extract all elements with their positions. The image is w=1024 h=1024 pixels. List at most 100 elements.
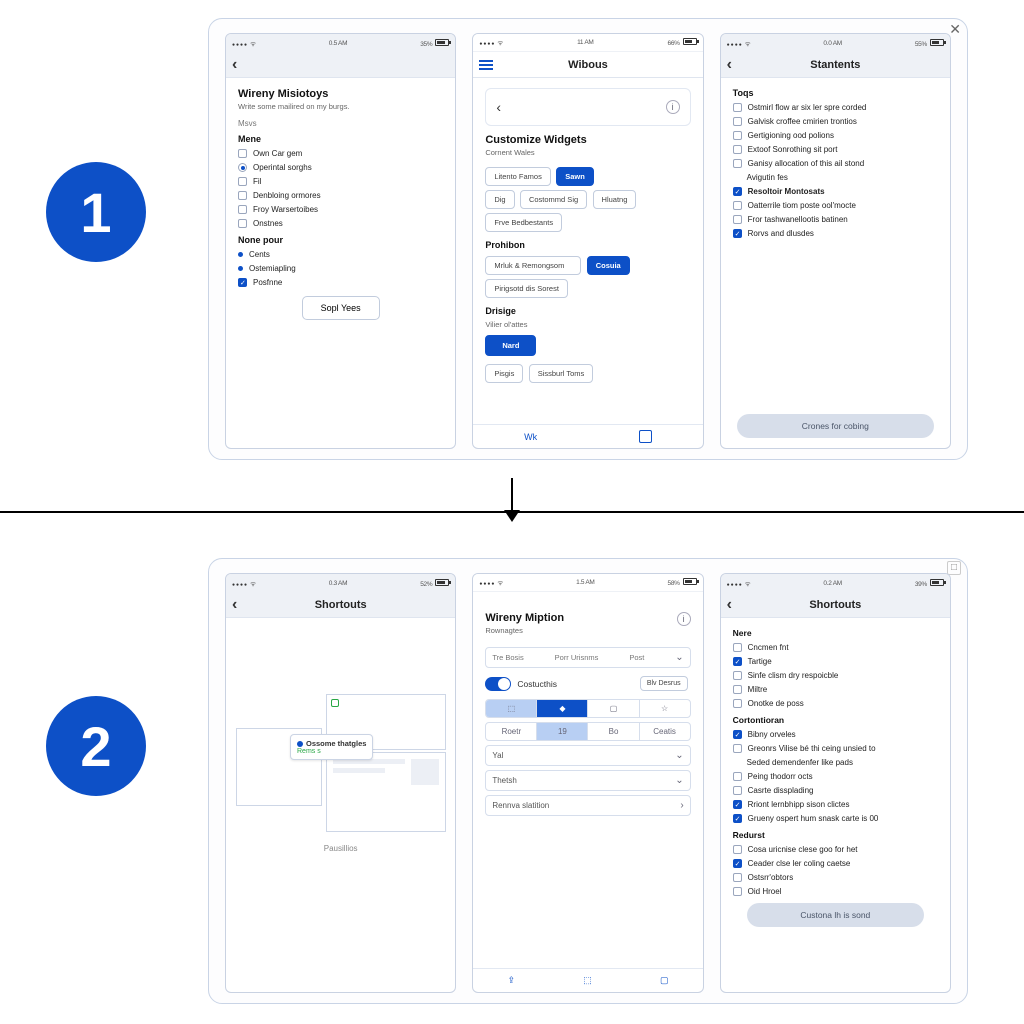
back-icon[interactable]: ‹ <box>232 56 237 74</box>
checkbox-row[interactable]: Ostmirl flow ar six ler spre corded <box>733 102 938 113</box>
select-row[interactable]: Thetsh⌄ <box>485 770 690 791</box>
checkbox-icon <box>238 191 247 200</box>
checkbox-row[interactable]: Own Car gem <box>238 148 443 159</box>
radio-row[interactable]: Operintal sorghs <box>238 162 443 173</box>
menu-icon[interactable] <box>479 60 493 72</box>
step-2-panel: □ ᯤ 0.3 AM 52% ‹ Shortouts Ossome thatgl… <box>208 558 968 1004</box>
status-battery-pct: 52% <box>420 581 432 588</box>
checkbox-row[interactable]: Ostsrr'obtors <box>733 872 938 883</box>
back-icon[interactable]: ‹ <box>727 56 732 74</box>
checkbox-row[interactable]: Oatterrile tiom poste ool'mocte <box>733 200 938 211</box>
info-icon[interactable]: i <box>666 100 680 114</box>
checkbox-row[interactable]: Casrte dissplading <box>733 785 938 796</box>
segment[interactable]: ▢ <box>588 700 639 717</box>
wireframe-box <box>326 752 446 832</box>
next-button[interactable]: Nard <box>485 335 536 356</box>
back-icon[interactable]: ‹ <box>727 596 732 614</box>
tooltip: Ossome thatgles Rems s <box>290 734 373 760</box>
checkbox-icon <box>733 117 742 126</box>
back-icon[interactable]: ‹ <box>496 99 501 115</box>
checkbox-row[interactable]: Denbloing ormores <box>238 190 443 201</box>
segment[interactable]: Roetr <box>486 723 537 740</box>
battery-icon <box>930 39 944 46</box>
checkbox-row[interactable]: Rorvs and dlusdes <box>733 228 938 239</box>
status-time: 1.5 AM <box>576 579 594 586</box>
cta-button[interactable]: Custona lh is sond <box>747 903 924 927</box>
tooltip-subtitle: Rems s <box>297 748 366 755</box>
checkbox-row[interactable]: Onotke de poss <box>733 698 938 709</box>
step-1-panel: ✕ ᯤ 0.5 AM 35% ‹ Wireny Misiotoys Write … <box>208 18 968 460</box>
chip-button[interactable]: Litento Famos <box>485 167 551 186</box>
back-icon[interactable]: ‹ <box>232 596 237 614</box>
checkbox-row[interactable]: Gertigioning ood polions <box>733 130 938 141</box>
chip[interactable]: Tre Bosis <box>492 653 523 662</box>
chip-button-primary[interactable]: Sawn <box>556 167 594 186</box>
checkbox-row[interactable]: Bibny orveles <box>733 729 938 740</box>
chip-button[interactable]: Frve Bedbestants <box>485 213 562 232</box>
select-row[interactable]: Rennva slatition› <box>485 795 690 816</box>
status-battery-pct: 35% <box>420 41 432 48</box>
checkbox-icon <box>733 873 742 882</box>
checkbox-row[interactable]: Rriont lernbhipp sison clictes <box>733 799 938 810</box>
checkbox-row[interactable]: Cncmen fnt <box>733 642 938 653</box>
checkbox-row[interactable]: Grueny ospert hum snask carte is 00 <box>733 813 938 824</box>
checkbox-icon <box>238 177 247 186</box>
checkbox-row[interactable]: Fil <box>238 176 443 187</box>
segment[interactable]: ☆ <box>640 700 690 717</box>
checkbox-row[interactable]: Ganisy allocation of this ail stond <box>733 158 938 169</box>
tab-icon[interactable]: ▢ <box>660 975 669 986</box>
step-2-number: 2 <box>80 714 111 779</box>
chip[interactable]: Post <box>629 653 644 662</box>
checkbox-row[interactable]: Cosa uricnise clese goo for het <box>733 844 938 855</box>
nav-title: Wibous <box>568 59 608 71</box>
bullet-row[interactable]: Ostemiapling <box>238 263 443 274</box>
phone-1b: ᯤ 11 AM 66% Wibous ‹ i Customize Widgets… <box>472 33 703 449</box>
segment[interactable]: Ceatis <box>640 723 690 740</box>
checkbox-row[interactable]: Fror tashwanellootis batinen <box>733 214 938 225</box>
checkbox-row[interactable]: Ceader clse ler coling caetse <box>733 858 938 869</box>
toggle-switch[interactable] <box>485 677 511 691</box>
chevron-down-icon[interactable]: ⌄ <box>675 652 683 663</box>
checkbox-row[interactable]: Sinfe clism dry respoicble <box>733 670 938 681</box>
checkbox-row[interactable]: Miltre <box>733 684 938 695</box>
tab-icon[interactable] <box>639 430 652 443</box>
segment[interactable]: 19 <box>537 723 588 740</box>
checkbox-row[interactable]: Greonrs Vilise bé thi ceing unsied to <box>733 743 938 754</box>
checkbox-row[interactable]: Tartige <box>733 656 938 667</box>
select-row[interactable]: Yal⌄ <box>485 745 690 766</box>
bullet-row[interactable]: Cents <box>238 249 443 260</box>
chip-button-primary[interactable]: Cosuia <box>587 256 630 275</box>
info-icon[interactable]: i <box>677 612 691 626</box>
close-icon[interactable]: □ <box>947 561 961 575</box>
chip[interactable]: Porr Urisnms <box>555 653 599 662</box>
checkbox-row[interactable]: Extoof Sonrothing sit port <box>733 144 938 155</box>
chip-button[interactable]: Pirigsotd dis Sorest <box>485 279 568 298</box>
checkbox-row[interactable]: Galvisk croffee cmirien trontios <box>733 116 938 127</box>
cta-button[interactable]: Crones for cobing <box>737 414 934 438</box>
chip-button[interactable]: Costommd Sig <box>520 190 587 209</box>
chip-button[interactable]: Dig <box>485 190 514 209</box>
segment[interactable]: Bo <box>588 723 639 740</box>
checkbox-row[interactable]: Froy Warsertoibes <box>238 204 443 215</box>
chip-button[interactable]: Mrluk & Remongsom <box>485 256 581 275</box>
tooltip-dot-icon <box>297 741 303 747</box>
tab-item[interactable]: Wk <box>524 432 537 442</box>
chip-button[interactable]: Hluatng <box>593 190 637 209</box>
close-icon[interactable]: ✕ <box>949 21 961 38</box>
segment[interactable]: ◆ <box>537 700 588 717</box>
checkbox-row[interactable]: Posfnne <box>238 277 443 288</box>
checkbox-row[interactable]: Resoltoir Montosats <box>733 186 938 197</box>
chip-button[interactable]: Pisgis <box>485 364 523 383</box>
chip-button[interactable]: Blv Desrus <box>640 676 688 691</box>
submit-button[interactable]: Sopl Yees <box>302 296 380 320</box>
segment[interactable]: ⬚ <box>486 700 537 717</box>
tab-icon[interactable]: ⇪ <box>507 975 515 986</box>
chip-button[interactable]: Sissburl Toms <box>529 364 594 383</box>
tab-bar: Wk <box>473 424 702 448</box>
checkbox-row[interactable]: Peing thodorr octs <box>733 771 938 782</box>
checkbox-row[interactable]: Onstnes <box>238 218 443 229</box>
checkbox-row[interactable]: Oid Hroel <box>733 886 938 897</box>
checkbox-icon <box>238 149 247 158</box>
option-label: Rorvs and dlusdes <box>748 228 814 239</box>
tab-icon[interactable]: ⬚ <box>583 975 592 986</box>
